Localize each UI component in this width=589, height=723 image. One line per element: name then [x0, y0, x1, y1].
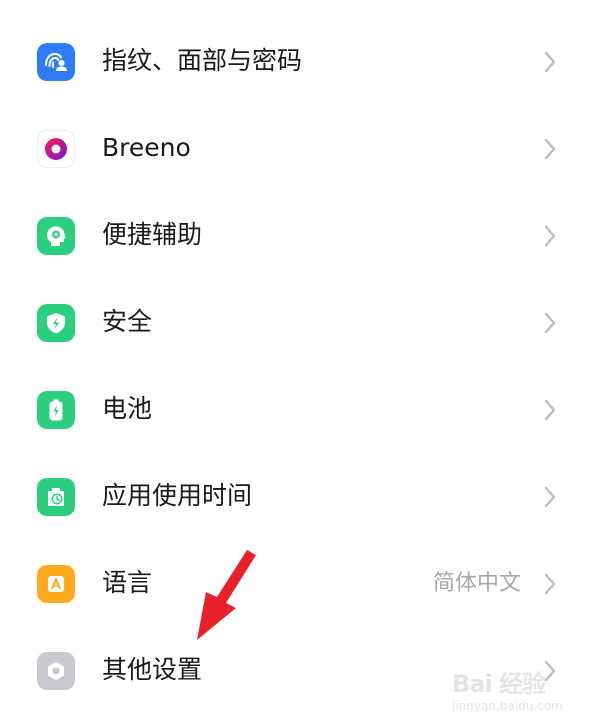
watermark-url: jingyan.baidu.com	[452, 699, 563, 713]
chevron-right-icon	[544, 486, 556, 508]
settings-list: 指纹、面部与密码 Breeno 便捷辅助 安全 电池 应用使用时间 语言 简体中…	[0, 0, 589, 723]
app-usage-time-icon	[37, 478, 75, 516]
settings-item-label: 指纹、面部与密码	[102, 46, 303, 75]
language-current-value: 简体中文	[432, 571, 521, 596]
settings-item-label: 安全	[102, 307, 153, 336]
settings-item-label: Breeno	[102, 133, 191, 162]
settings-item-label: 其他设置	[102, 655, 203, 684]
chevron-right-icon	[544, 573, 556, 595]
chevron-right-icon	[544, 312, 556, 334]
settings-item-language[interactable]: 语言 简体中文	[0, 540, 589, 627]
chevron-right-icon	[544, 51, 556, 73]
settings-item-security[interactable]: 安全	[0, 279, 589, 366]
language-icon	[37, 565, 75, 603]
settings-item-breeno[interactable]: Breeno	[0, 105, 589, 192]
other-settings-icon	[37, 652, 75, 690]
chevron-right-icon	[544, 225, 556, 247]
settings-item-label: 应用使用时间	[102, 481, 253, 510]
convenience-assist-icon	[37, 217, 75, 255]
settings-item-app-usage-time[interactable]: 应用使用时间	[0, 453, 589, 540]
battery-icon	[37, 391, 75, 429]
watermark-logo: Bai 经验 jingyan.baidu.com	[452, 664, 584, 720]
chevron-right-icon	[544, 399, 556, 421]
watermark-brand: Bai 经验	[452, 670, 546, 698]
settings-item-label: 电池	[102, 394, 153, 423]
settings-item-label: 便捷辅助	[102, 220, 203, 249]
settings-item-battery[interactable]: 电池	[0, 366, 589, 453]
breeno-icon	[37, 130, 75, 168]
chevron-right-icon	[544, 138, 556, 160]
settings-item-convenience-assist[interactable]: 便捷辅助	[0, 192, 589, 279]
fingerprint-face-icon	[37, 43, 75, 81]
security-shield-icon	[37, 304, 75, 342]
settings-item-fingerprint-face-password[interactable]: 指纹、面部与密码	[0, 18, 589, 105]
settings-item-label: 语言	[102, 568, 153, 597]
